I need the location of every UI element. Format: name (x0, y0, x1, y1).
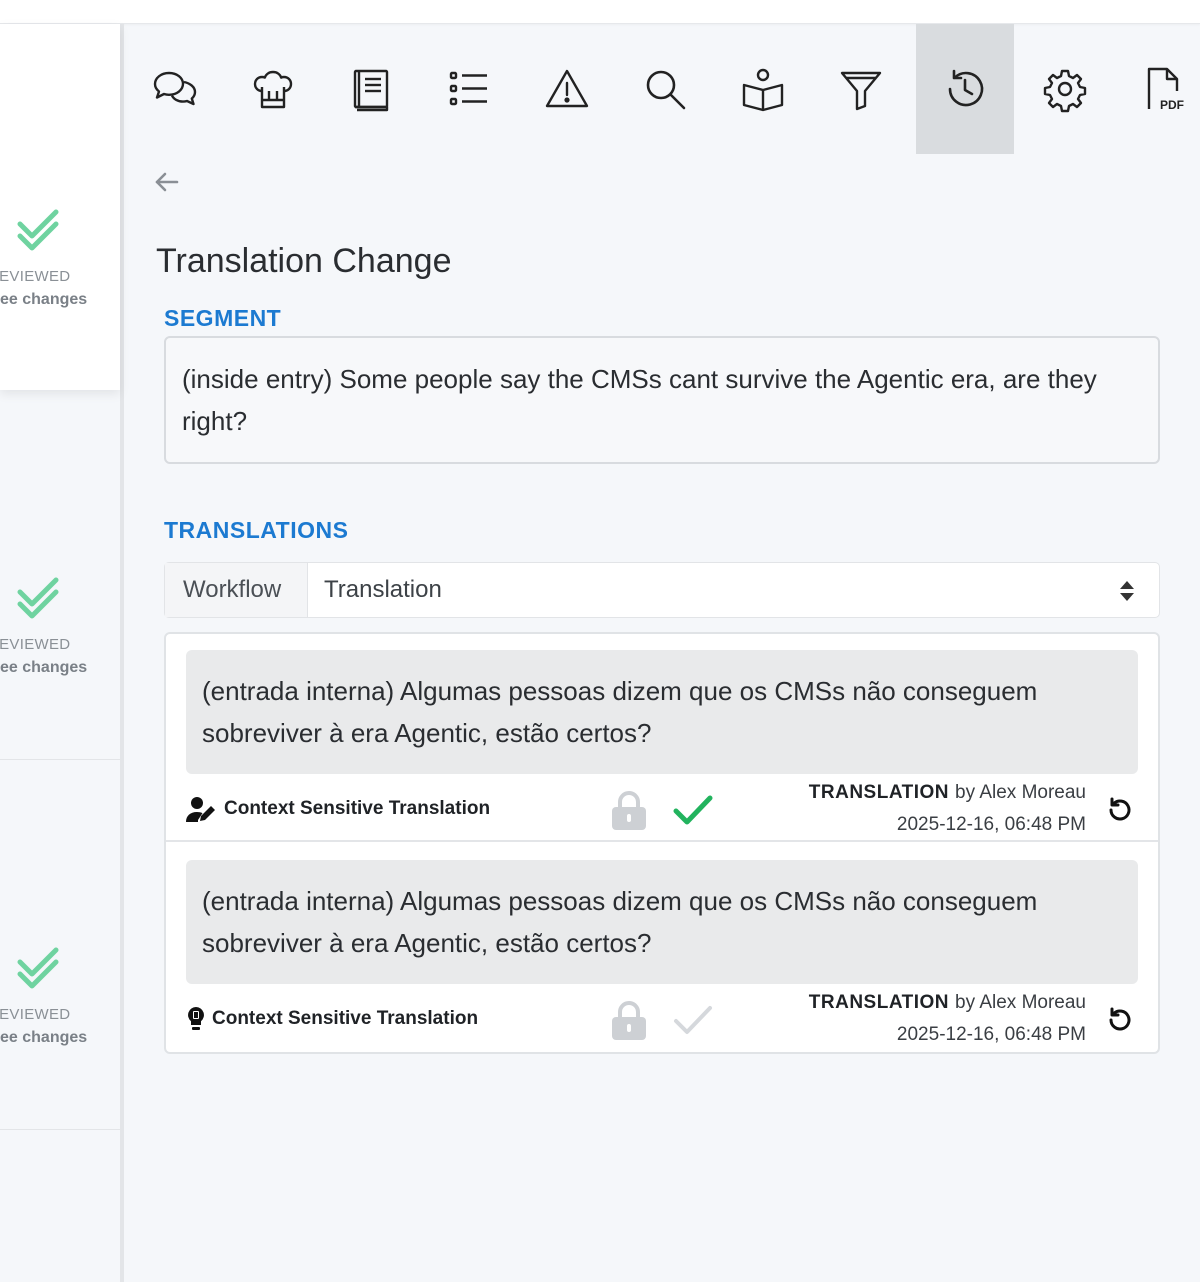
segment-source-text: (inside entry) Some people say the CMSs … (164, 336, 1160, 464)
qa-warnings-button[interactable] (518, 24, 616, 154)
workflow-label: Workflow (165, 563, 308, 617)
settings-button[interactable] (1016, 24, 1114, 154)
page-title: Translation Change (156, 242, 452, 280)
see-changes-link[interactable]: ee changes (0, 1029, 87, 1047)
filter-button[interactable] (812, 24, 910, 154)
reader-icon (742, 68, 784, 112)
sort-arrows-icon (1120, 581, 1134, 601)
svg-text:PDF: PDF (1160, 98, 1184, 112)
step-label: TRANSLATION (808, 782, 950, 803)
segment-status: REVIEWED (0, 636, 71, 653)
timestamp: 2025-12-16, 06:48 PM (896, 1024, 1086, 1045)
comments-icon (153, 71, 197, 106)
translation-history-list: (entrada interna) Algumas pessoas dizem … (164, 632, 1160, 1054)
segment-heading: SEGMENT (164, 305, 282, 331)
translation-meta: Context Sensitive Translation TRANSLATIO… (186, 774, 1138, 842)
translation-text: (entrada interna) Algumas pessoas dizem … (186, 650, 1138, 774)
timestamp: 2025-12-16, 06:48 PM (896, 814, 1086, 835)
workflow-select[interactable]: Workflow Translation (164, 562, 1160, 618)
step-label: TRANSLATION (808, 992, 950, 1013)
workflow-dropdown[interactable]: Translation (308, 563, 1159, 617)
segment-card[interactable]: REVIEWED ee changes (0, 24, 120, 390)
chef-hat-icon (253, 70, 293, 109)
warning-icon (545, 69, 589, 108)
approved-check-icon[interactable] (672, 790, 714, 830)
double-check-icon (17, 577, 59, 619)
pdf-icon: PDF (1147, 67, 1184, 112)
back-arrow-icon[interactable] (152, 168, 182, 196)
see-changes-link[interactable]: ee changes (0, 291, 87, 309)
comments-button[interactable] (126, 24, 224, 154)
user-edit-icon (186, 797, 215, 822)
list-icon (449, 71, 487, 106)
revert-icon[interactable] (1106, 796, 1134, 824)
pdf-button[interactable]: PDF (1114, 24, 1200, 154)
workflow-selected-value: Translation (324, 576, 442, 603)
context-label: Context Sensitive Translation (212, 1008, 479, 1029)
search-icon (646, 70, 686, 110)
top-bar (0, 0, 1200, 24)
translation-history-item: (entrada interna) Algumas pessoas dizem … (166, 844, 1158, 1052)
lightbulb-icon (188, 1007, 204, 1030)
book-icon (353, 69, 389, 112)
author: by Alex Moreau (955, 992, 1086, 1013)
segment-list-button[interactable] (420, 24, 518, 154)
search-button[interactable] (616, 24, 714, 154)
history-icon (948, 69, 984, 107)
settings-icon (1043, 69, 1087, 113)
lock-icon[interactable] (610, 790, 648, 830)
glossary-chef-button[interactable] (224, 24, 322, 154)
segment-card[interactable]: REVIEWED ee changes (0, 760, 120, 1130)
lock-icon[interactable] (610, 1000, 648, 1040)
translation-meta: Context Sensitive Translation TRANSLATIO… (186, 984, 1138, 1052)
reader-button[interactable] (714, 24, 812, 154)
author: by Alex Moreau (955, 782, 1086, 803)
unapproved-check-icon[interactable] (672, 1000, 714, 1040)
sidebar-toolbar: PDF (124, 24, 1200, 154)
double-check-icon (17, 209, 59, 251)
translations-heading: TRANSLATIONS (164, 517, 349, 543)
context-label: Context Sensitive Translation (224, 798, 491, 819)
segment-card[interactable]: REVIEWED ee changes (0, 392, 120, 760)
history-button[interactable] (916, 24, 1014, 154)
translation-step: TRANSLATION by Alex Moreau (809, 782, 1086, 804)
panel-divider[interactable] (120, 24, 124, 1282)
double-check-icon (17, 947, 59, 989)
revert-icon[interactable] (1106, 1006, 1134, 1034)
translation-history-item: (entrada interna) Algumas pessoas dizem … (166, 634, 1158, 842)
filter-icon (840, 71, 882, 111)
translation-text: (entrada interna) Algumas pessoas dizem … (186, 860, 1138, 984)
segment-status: REVIEWED (0, 268, 71, 285)
translation-step: TRANSLATION by Alex Moreau (809, 992, 1086, 1014)
termbase-button[interactable] (322, 24, 420, 154)
segment-status: REVIEWED (0, 1006, 71, 1023)
see-changes-link[interactable]: ee changes (0, 659, 87, 677)
